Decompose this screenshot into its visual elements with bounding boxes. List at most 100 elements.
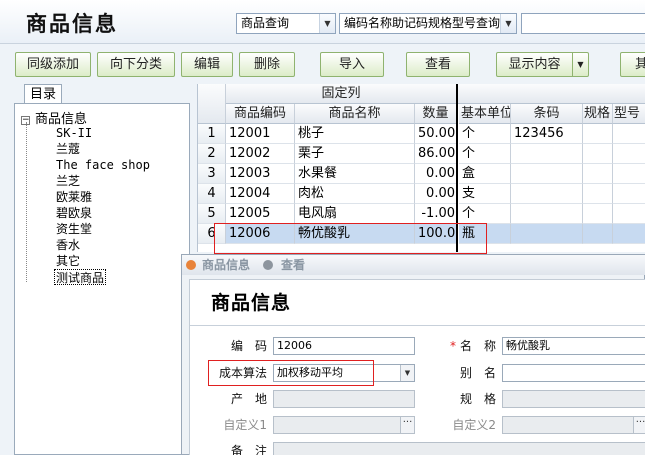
dialog-titlebar: 商品信息 查看 — [182, 255, 645, 275]
code-label: 编 码 — [230, 339, 267, 353]
tree-node[interactable]: 其它 — [56, 253, 80, 269]
column-header-spec[interactable]: 规格 — [583, 104, 613, 124]
chevron-down-icon[interactable]: ▼ — [319, 14, 335, 33]
cell-qty[interactable]: -1.00 — [415, 204, 457, 224]
alias-field[interactable] — [502, 364, 645, 382]
ellipsis-icon[interactable]: ··· — [400, 417, 414, 433]
cell-name[interactable]: 桃子 — [295, 124, 415, 144]
row-number[interactable]: 1 — [198, 124, 226, 144]
edit-button[interactable]: 编辑 — [181, 52, 233, 77]
delete-button[interactable]: 删除 — [239, 52, 295, 77]
column-header-barcode[interactable]: 条码 — [511, 104, 583, 124]
cell-qty[interactable]: 50.00 — [415, 124, 457, 144]
column-header-code[interactable]: 商品编码 — [226, 104, 295, 124]
row-number[interactable]: 4 — [198, 184, 226, 204]
cell-spec[interactable] — [583, 164, 613, 184]
custom2-field[interactable]: ··· — [502, 416, 645, 434]
cell-spec[interactable] — [583, 224, 613, 244]
column-header-qty[interactable]: 数量 — [415, 104, 457, 124]
cell-code[interactable]: 12001 — [226, 124, 295, 144]
display-content-button[interactable]: 显示内容 ▼ — [496, 52, 589, 77]
cell-model[interactable] — [613, 204, 645, 224]
import-button[interactable]: 导入 — [320, 52, 384, 77]
app-icon — [186, 260, 196, 270]
column-header-unit[interactable]: 基本单位 — [459, 104, 511, 124]
tree-node[interactable]: 资生堂 — [56, 221, 92, 237]
origin-field[interactable] — [273, 390, 415, 408]
code-field[interactable]: 12006 — [273, 337, 415, 355]
cell-barcode[interactable] — [511, 164, 583, 184]
cell-name[interactable]: 电风扇 — [295, 204, 415, 224]
alias-label: 别 名 — [459, 366, 496, 380]
chevron-down-icon[interactable]: ▼ — [400, 365, 414, 381]
cell-code[interactable]: 12004 — [226, 184, 295, 204]
tree-node[interactable]: The face shop — [56, 157, 150, 173]
view-icon — [263, 260, 273, 270]
product-dialog: 商品信息 查看 商品信息 编 码 12006 * 名 称 畅优酸乳 成本算法 加… — [181, 254, 645, 455]
category-tree: − 商品信息 SK-II 兰蔻 The face shop 兰芝 欧莱雅 碧欧泉 … — [14, 103, 190, 455]
column-header-model[interactable]: 型号 — [613, 104, 645, 124]
tree-node[interactable]: 香水 — [56, 237, 80, 253]
query-type-select[interactable]: 商品查询 ▼ — [236, 13, 336, 34]
chevron-down-icon[interactable]: ▼ — [500, 14, 516, 33]
tab-catalog[interactable]: 目录 — [24, 84, 62, 104]
name-label: 名 称 — [459, 339, 496, 353]
cell-spec[interactable] — [583, 184, 613, 204]
cell-barcode[interactable]: 123456 — [511, 124, 583, 144]
cell-model[interactable] — [613, 184, 645, 204]
row-number[interactable]: 5 — [198, 204, 226, 224]
cell-unit[interactable]: 盒 — [459, 164, 511, 184]
tree-node[interactable]: SK-II — [56, 125, 92, 141]
name-field[interactable]: 畅优酸乳 — [502, 337, 645, 355]
column-header-name[interactable]: 商品名称 — [295, 104, 415, 124]
cell-name[interactable]: 水果餐 — [295, 164, 415, 184]
custom1-field[interactable]: ··· — [273, 416, 415, 434]
cell-code[interactable]: 12005 — [226, 204, 295, 224]
cell-barcode[interactable] — [511, 224, 583, 244]
cell-qty[interactable]: 0.00 — [415, 184, 457, 204]
dialog-title: 商品信息 — [202, 258, 251, 272]
cell-qty[interactable]: 86.00 — [415, 144, 457, 164]
cell-unit[interactable]: 个 — [459, 204, 511, 224]
tree-node-selected[interactable]: 测试商品 — [54, 269, 107, 285]
cell-name[interactable]: 栗子 — [295, 144, 415, 164]
tree-node[interactable]: 欧莱雅 — [56, 189, 92, 205]
cell-model[interactable] — [613, 164, 645, 184]
more-button[interactable]: 其 — [620, 52, 645, 77]
cell-model[interactable] — [613, 124, 645, 144]
cell-spec[interactable] — [583, 124, 613, 144]
tree-node[interactable]: 兰芝 — [56, 173, 80, 189]
cell-model[interactable] — [613, 144, 645, 164]
toolbar: 同级添加 向下分类 编辑 删除 导入 查看 显示内容 ▼ 其 — [0, 44, 645, 84]
query-type-value: 商品查询 — [241, 16, 290, 30]
row-number[interactable]: 3 — [198, 164, 226, 184]
spec-field[interactable] — [502, 390, 645, 408]
cell-code[interactable]: 12003 — [226, 164, 295, 184]
cell-barcode[interactable] — [511, 144, 583, 164]
tree-node[interactable]: 碧欧泉 — [56, 205, 92, 221]
cell-unit[interactable]: 支 — [459, 184, 511, 204]
cell-spec[interactable] — [583, 204, 613, 224]
cell-barcode[interactable] — [511, 204, 583, 224]
tree-node[interactable]: 兰蔻 — [56, 141, 80, 157]
add-child-category-button[interactable]: 向下分类 — [97, 52, 175, 77]
highlight-cost-method — [208, 360, 374, 386]
remark-field[interactable] — [273, 442, 645, 455]
dialog-tab-view[interactable]: 查看 — [281, 255, 305, 275]
view-button[interactable]: 查看 — [406, 52, 470, 77]
cell-name[interactable]: 肉松 — [295, 184, 415, 204]
row-number[interactable]: 2 — [198, 144, 226, 164]
cell-spec[interactable] — [583, 144, 613, 164]
cell-barcode[interactable] — [511, 184, 583, 204]
cell-model[interactable] — [613, 224, 645, 244]
cell-code[interactable]: 12002 — [226, 144, 295, 164]
query-field-select[interactable]: 编码名称助记码规格型号查询 ▼ — [339, 13, 517, 34]
add-sibling-button[interactable]: 同级添加 — [15, 52, 91, 77]
cell-qty[interactable]: 0.00 — [415, 164, 457, 184]
cell-unit[interactable]: 个 — [459, 144, 511, 164]
chevron-down-icon[interactable]: ▼ — [572, 53, 588, 76]
dialog-divider — [190, 325, 645, 326]
ellipsis-icon[interactable]: ··· — [633, 417, 645, 433]
search-input[interactable] — [521, 13, 645, 34]
cell-unit[interactable]: 个 — [459, 124, 511, 144]
